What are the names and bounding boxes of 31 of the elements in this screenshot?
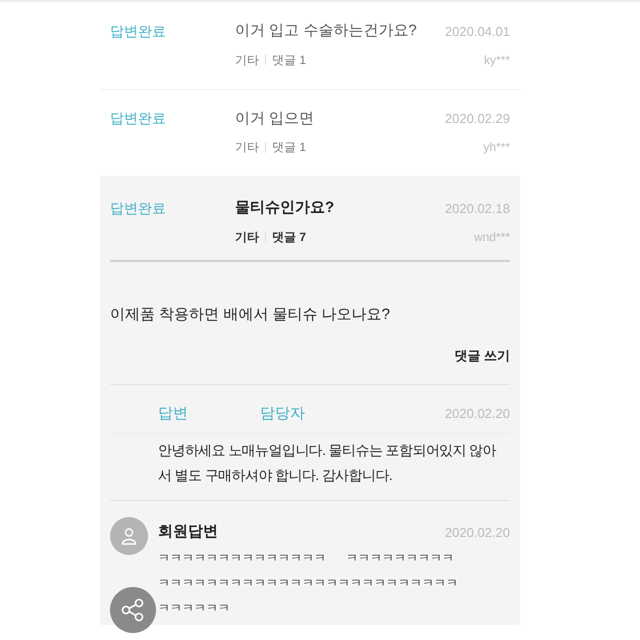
author-text: ky*** [484, 52, 510, 68]
question-title: 이거 입고 수술하는건가요? [235, 21, 418, 41]
category-text: 기타 [235, 228, 259, 246]
answer-text: ㅋㅋㅋㅋㅋㅋㅋㅋㅋㅋㅋㅋㅋㅋ ㅋㅋㅋㅋㅋㅋㅋㅋㅋ ㅋㅋㅋㅋㅋㅋㅋㅋㅋㅋㅋㅋㅋㅋㅋㅋㅋㅋㅋㅋㅋㅋㅋㅋㅋ ㅋㅋㅋㅋㅋㅋ [158, 550, 459, 616]
comment-count: 댓글 7 [272, 228, 308, 246]
avatar-icon [110, 517, 148, 555]
date-text: 2020.02.20 [444, 405, 510, 423]
member-answer-label: 회원답변 [158, 522, 219, 542]
category-text: 기타 [235, 52, 259, 68]
date-text: 2020.04.01 [444, 22, 510, 40]
date-text: 2020.02.20 [444, 524, 510, 542]
date-text: 2020.02.18 [444, 200, 510, 218]
write-comment-link[interactable]: 댓글 쓰기 [454, 346, 510, 366]
share-icon [120, 597, 146, 623]
author-text: wnd*** [474, 228, 510, 246]
status-label: 답변완료 [110, 198, 167, 218]
question-body: 이제품 착용하면 배에서 물티슈 나오나요? [110, 304, 392, 324]
question-title: 이거 입으면 [235, 108, 316, 128]
answer-text: 안녕하세요 노매뉴얼입니다. 물티슈는 포함되어있지 않아 서 별도 구매하셔야 합니다. 감사합니다. [157, 441, 498, 485]
status-label: 답변완료 [110, 109, 167, 128]
date-text: 2020.02.29 [444, 110, 510, 128]
staff-name: 담당자 [260, 404, 306, 424]
question-title: 물티슈인가요? [235, 198, 336, 218]
question-row[interactable]: 답변완료 이거 입고 수술하는건가요? 2020.04.01 기타 댓글 1 ky*** [100, 2, 520, 90]
comment-count: 댓글 1 [272, 139, 308, 156]
answer-label: 답변 [158, 404, 189, 424]
status-label: 답변완료 [110, 22, 167, 41]
author-text: yh*** [483, 139, 510, 156]
category-text: 기타 [235, 139, 259, 156]
comment-count: 댓글 1 [272, 52, 308, 68]
question-row[interactable]: 답변완료 물티슈인가요? 2020.02.18 기타 댓글 7 wnd*** [100, 177, 520, 260]
